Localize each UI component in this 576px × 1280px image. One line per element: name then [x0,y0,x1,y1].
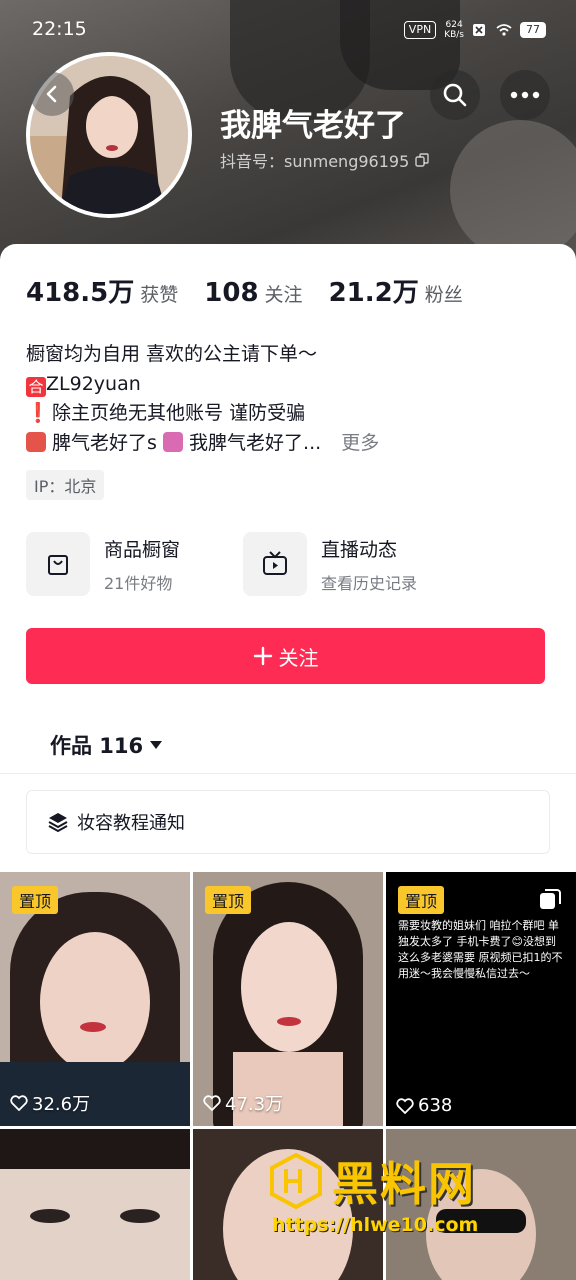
feature-text: 商品橱窗 21件好物 [104,535,180,594]
tv-icon [263,551,287,575]
stat-value: 21.2万 [328,278,419,308]
network-speed-value: 624 [445,20,463,30]
feature-subtitle: 查看历史记录 [321,573,418,593]
heart-icon [203,1095,221,1111]
search-icon [443,83,467,107]
stat-label: 粉丝 [424,284,463,306]
exclamation-icon: ❗ [26,402,50,424]
watermark: 黑料网 [268,1148,476,1214]
video-tile[interactable] [0,1129,190,1280]
stat-following[interactable]: 108 关注 [204,278,302,308]
bio-line: 合 ZL92yuan [26,370,379,400]
bio-line-text: ZL92yuan [46,372,141,395]
feature-icon-box [243,532,307,596]
watermark-logo-icon [270,1153,322,1209]
feature-title: 商品橱窗 [104,538,181,561]
profile-name: 我脾气老好了 [220,108,406,144]
scarf-emoji-icon [26,431,46,452]
wifi-icon [496,24,512,36]
collection-label: 妆容教程通知 [77,813,185,834]
video-thumbnail-face [241,922,337,1052]
profile-bio[interactable]: 橱窗均为自用 喜欢的公主请下单～ 合 ZL92yuan ❗ 除主页绝无其他账号 谨… [26,340,379,458]
video-thumbnail [0,1129,190,1169]
likes-count: 47.3万 [203,1090,283,1116]
stat-likes[interactable]: 418.5万 获赞 [26,272,178,309]
bio-line: 橱窗均为自用 喜欢的公主请下单～ [26,343,318,365]
bio-line: ❗ 除主页绝无其他账号 谨防受骗 [26,399,379,429]
feature-icon-box [26,532,90,596]
network-speed: 624 KB/s [444,20,464,40]
shopping-bag-icon [48,555,68,575]
stat-label: 获赞 [140,284,179,306]
video-tile[interactable]: 置顶 47.3万 [193,872,383,1126]
likes-count-text: 32.6万 [32,1094,91,1115]
ip-location-tag: IP：北京 [26,470,105,500]
vpn-badge: VPN [403,21,437,39]
collection-entry[interactable]: 妆容教程通知 [26,790,550,854]
feature-title: 直播动态 [321,538,398,561]
status-bar: 22:15 VPN 624 KB/s 77 [0,14,576,48]
sweet-potato-emoji-icon [163,431,183,452]
douyin-id-text: 抖音号：sunmeng96195 [220,152,410,171]
video-thumbnail-face [40,932,150,1072]
pinned-badge: 置顶 [205,886,252,914]
chevron-left-icon [46,85,57,103]
feature-subtitle: 21件好物 [104,573,173,593]
likes-count: 638 [396,1095,452,1116]
douyin-id[interactable]: 抖音号：sunmeng96195 [220,148,429,172]
network-speed-unit: KB/s [444,30,464,40]
status-icons: VPN 624 KB/s 77 [403,20,546,40]
video-caption: 需要妆教的姐妹们 咱拉个群吧 单独发太多了 手机卡费了😊没想到这么多老婆需要 原… [398,919,563,980]
stat-label: 关注 [264,284,303,306]
search-button[interactable] [430,70,480,120]
signal-off-icon [473,24,485,36]
heart-icon [10,1095,28,1111]
pinned-badge: 置顶 [12,886,59,914]
video-thumbnail-eye [30,1209,70,1223]
video-thumbnail-lips [277,1017,301,1026]
bio-line-text: 脾气老好了s [52,431,157,454]
likes-count-text: 638 [418,1095,453,1116]
banner-decoration [450,120,576,260]
tab-works[interactable]: 作品 116 [50,730,163,760]
watermark-title: 黑料网 [332,1157,476,1211]
video-thumbnail-lips [80,1022,106,1032]
follow-button-label: 关注 [278,645,319,670]
likes-count-text: 47.3万 [225,1094,284,1115]
bio-line: 脾气老好了s 我脾气老好了... 更多 [26,429,379,459]
ellipsis-icon [510,91,540,99]
battery-indicator: 77 [520,22,546,38]
caret-down-icon [150,741,163,749]
video-thumbnail-eye [120,1209,160,1223]
he-tag-icon: 合 [26,376,46,397]
stat-value: 108 [204,278,259,308]
bio-more-link[interactable]: 更多 [341,432,379,454]
pinned-badge: 置顶 [398,886,445,914]
tab-works-label: 作品 116 [50,734,144,758]
follow-button[interactable]: 关注 [26,628,545,684]
heart-icon [396,1097,414,1114]
status-time: 22:15 [32,18,87,40]
feature-text: 直播动态 查看历史记录 [321,535,417,594]
bio-line-text: 我脾气老好了... [189,431,322,454]
bio-line-text: 除主页绝无其他账号 谨防受骗 [52,402,306,424]
copy-icon[interactable] [415,153,429,167]
profile-stats: 418.5万 获赞 108 关注 21.2万 粉丝 [26,272,489,309]
watermark-url: https://hlwe10.com [272,1214,479,1236]
video-tile[interactable]: 置顶 32.6万 [0,872,190,1126]
layers-icon [48,813,68,833]
plus-icon [253,646,272,666]
stat-followers[interactable]: 21.2万 粉丝 [329,272,463,309]
feature-live-history[interactable]: 直播动态 查看历史记录 [243,532,417,596]
divider [0,773,576,774]
feature-shop-window[interactable]: 商品橱窗 21件好物 [26,532,180,596]
more-options-button[interactable] [500,70,550,120]
back-button[interactable] [30,72,74,116]
video-tile[interactable]: 置顶 需要妆教的姐妹们 咱拉个群吧 单独发太多了 手机卡费了😊没想到这么多老婆需… [386,872,576,1126]
likes-count: 32.6万 [10,1090,90,1116]
stat-value: 418.5万 [26,278,135,308]
image-collection-icon [540,889,561,909]
